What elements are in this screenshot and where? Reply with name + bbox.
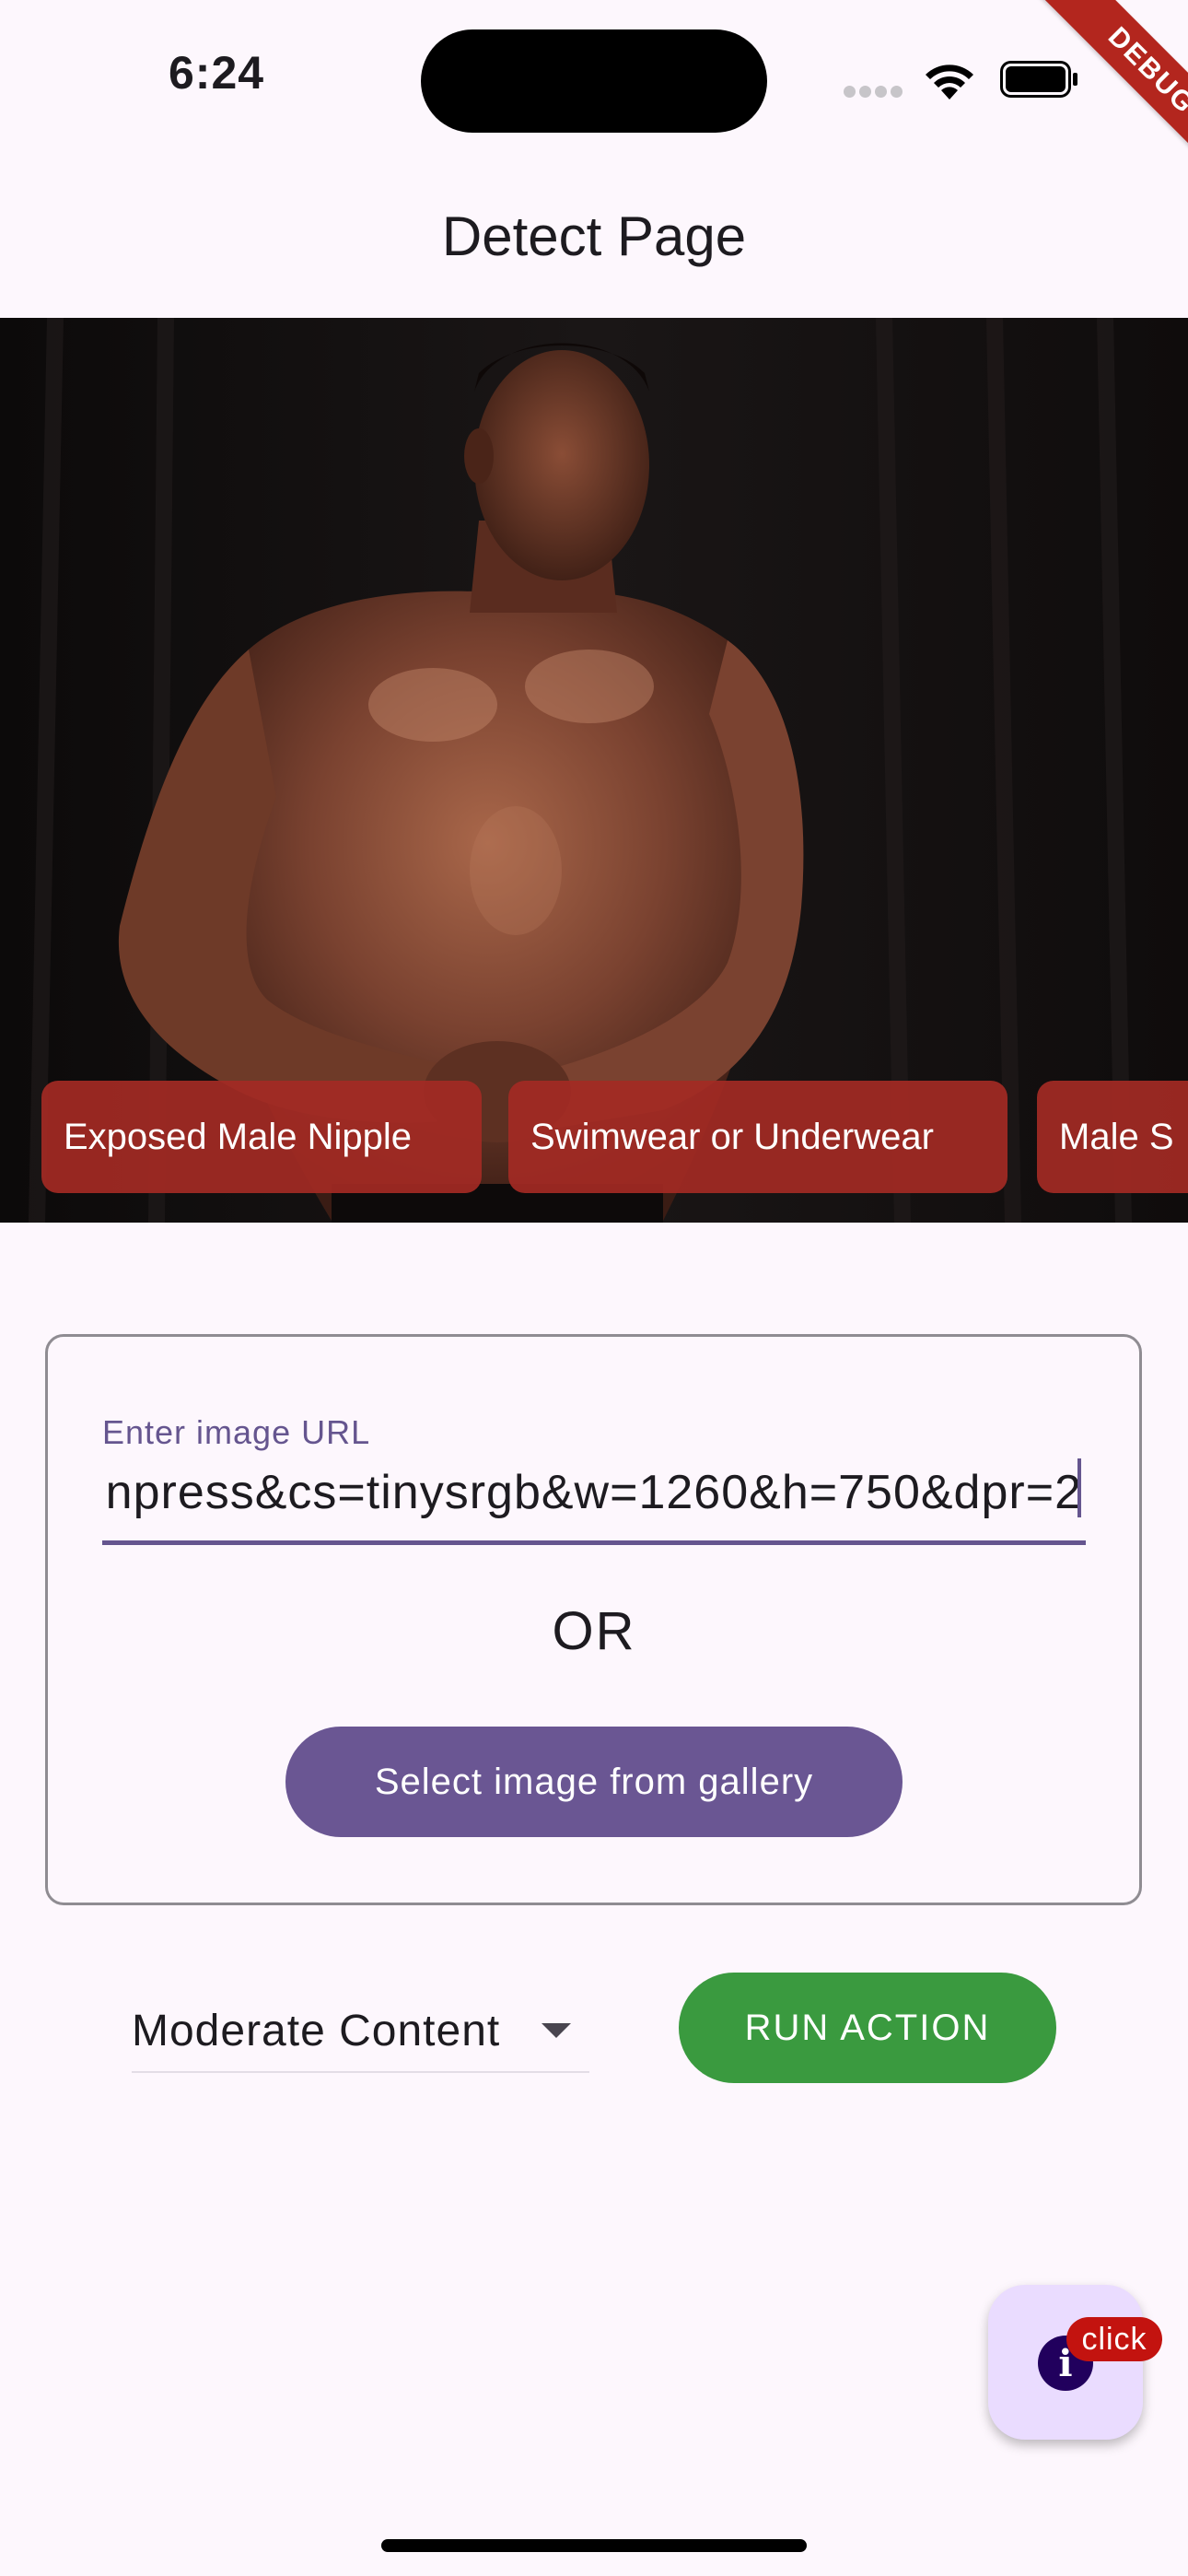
- moderation-dropdown-value: Moderate Content: [132, 2006, 501, 2055]
- image-url-input[interactable]: npress&cs=tinysrgb&w=1260&h=750&dpr=2: [102, 1456, 1082, 1529]
- moderation-dropdown[interactable]: Moderate Content: [132, 1990, 589, 2073]
- run-action-button[interactable]: RUN ACTION: [679, 1973, 1056, 2083]
- home-indicator[interactable]: [381, 2539, 807, 2552]
- url-field-underline: [102, 1540, 1086, 1545]
- select-gallery-button[interactable]: Select image from gallery: [285, 1727, 903, 1837]
- battery-icon: [1000, 61, 1077, 98]
- status-time: 6:24: [169, 47, 265, 99]
- url-field-label: Enter image URL: [102, 1413, 371, 1451]
- signal-dots-icon: [844, 85, 904, 98]
- image-url-value: npress&cs=tinysrgb&w=1260&h=750&dpr=2: [105, 1466, 1082, 1519]
- detection-chip[interactable]: Male S: [1037, 1081, 1188, 1193]
- dropdown-caret-icon: [542, 2023, 571, 2038]
- or-divider-text: OR: [552, 1601, 636, 1661]
- detection-chip[interactable]: Swimwear or Underwear: [508, 1081, 1007, 1193]
- detection-chip[interactable]: Exposed Male Nipple: [41, 1081, 482, 1193]
- text-cursor: [1077, 1458, 1081, 1517]
- page-title: Detect Page: [441, 205, 747, 267]
- wifi-icon: [926, 64, 973, 100]
- click-badge: click: [1066, 2317, 1162, 2361]
- dynamic-island: [421, 29, 767, 133]
